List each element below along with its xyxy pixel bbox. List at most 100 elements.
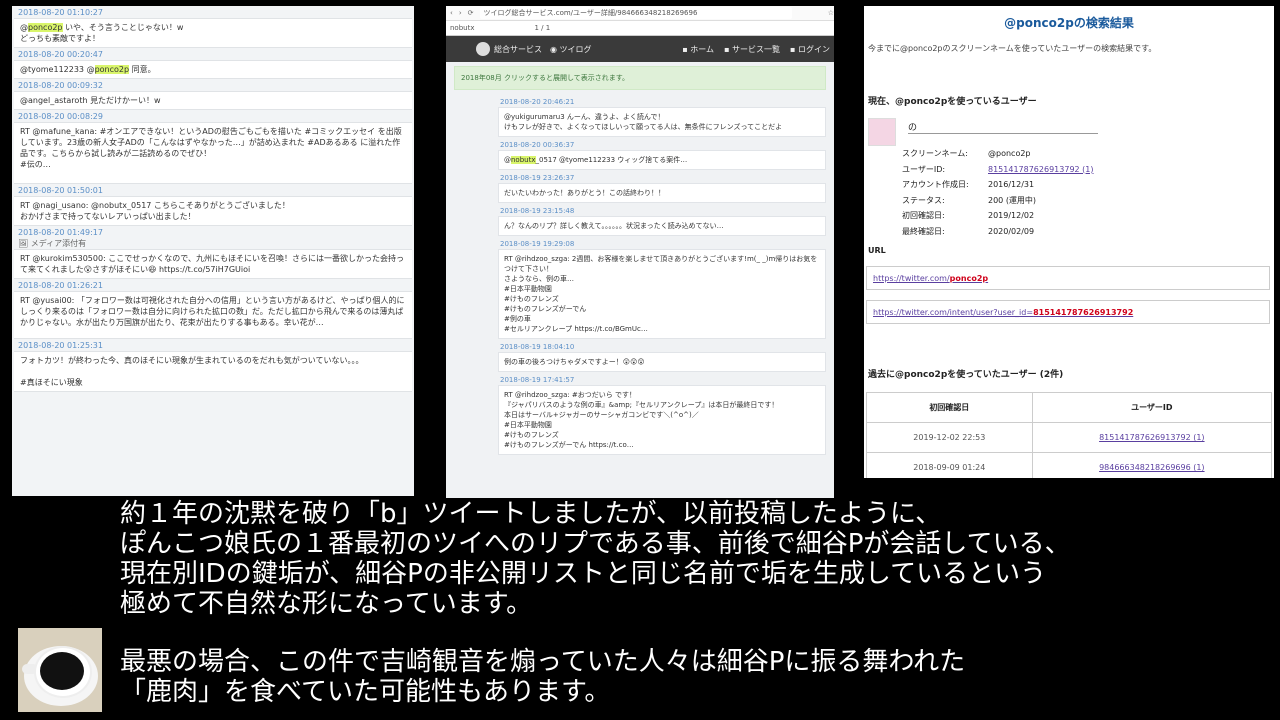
nav-services[interactable]: ▪ サービス一覧	[724, 44, 780, 55]
intent-link-prefix: https://twitter.com/intent/user?user_id=	[873, 307, 1034, 317]
tweet-text: だいたいわかった！ありがとう！この話終わり！！	[498, 183, 826, 203]
timeline-item: 2018-08-20 00:08:29 RT @mafune_kana: #オンエ…	[12, 110, 414, 184]
row-user-id-link[interactable]: 984666348218269696 (1)	[1099, 463, 1205, 472]
profile-link[interactable]: https://twitter.com/ponco2p	[873, 274, 988, 283]
tweet-date[interactable]: 2018-08-20 20:46:21	[446, 94, 834, 107]
site-navbar: 総合サービス ◉ ツイログ ▪ ホーム ▪ サービス一覧 ▪ ログイン	[446, 36, 834, 62]
timeline-text: RT @nagi_usano: @nobutx_0517 こちらこそありがとうご…	[14, 196, 412, 226]
property-value: 2020/02/09	[988, 226, 1035, 236]
property-row: 初回確認日: 2019/12/02	[902, 208, 1094, 224]
search-highlight: nobutx	[511, 156, 536, 164]
past-users-table: 初回確認日 ユーザーID 2019-12-02 22:53 81514178762…	[866, 392, 1273, 478]
timeline-text: RT @mafune_kana: #オンエアできない！というADの慰告ごもごもを…	[14, 122, 412, 184]
property-key: スクリーンネーム:	[902, 149, 968, 158]
address-url[interactable]: ツイログ総合サービス.com/ユーザー詳細/984666348218269696	[479, 7, 792, 19]
property-key: ユーザーID:	[902, 164, 946, 174]
nav-home-label: ホーム	[690, 44, 715, 54]
subtitle-line-2: ぽんこつ娘氏の１番最初のツイへのリプである事、前後で細谷Pが会話している、	[120, 529, 1071, 559]
nav-tab-label: ツイログ	[559, 44, 592, 54]
search-result-panel: @ponco2pの検索結果 今までに@ponco2pのスクリーンネームを使ってい…	[864, 6, 1274, 478]
back-icon[interactable]: ‹	[450, 9, 453, 17]
property-row: 最終確認日: 2020/02/09	[902, 224, 1094, 240]
timeline-item: 2018-08-20 01:10:27 @ponco2p いや、そう言うことじゃな…	[12, 6, 414, 48]
user-id-link[interactable]: 815141787626913792 (1)	[988, 165, 1094, 174]
timeline-date[interactable]: 2018-08-20 01:50:01	[12, 184, 414, 196]
row-user-id-link[interactable]: 815141787626913792 (1)	[1099, 433, 1205, 442]
display-name: の	[908, 120, 1098, 134]
find-input[interactable]: nobutx	[450, 24, 475, 32]
property-key: 最終確認日:	[902, 226, 945, 236]
timeline-date[interactable]: 2018-08-20 00:08:29	[12, 110, 414, 122]
property-row: アカウント作成日: 2016/12/31	[902, 177, 1094, 193]
address-bar[interactable]: ‹ › ⟳ ツイログ総合サービス.com/ユーザー詳細/984666348218…	[446, 6, 834, 21]
timeline-text: @tyome112233 @ponco2p 同意。	[14, 60, 412, 79]
timeline-date[interactable]: 2018-08-20 01:25:31	[12, 339, 414, 351]
timeline-item: 2018-08-20 01:50:01 RT @nagi_usano: @nobu…	[12, 184, 414, 226]
find-bar[interactable]: nobutx 1 / 1	[446, 21, 834, 36]
property-row: ユーザーID: 815141787626913792 (1)	[902, 162, 1094, 178]
tweet-text: @nobutx_0517 @tyome112233 ウィッグ捨てる案件…	[498, 150, 826, 170]
search-highlight: ponco2p	[94, 65, 130, 74]
row-user-id: 984666348218269696 (1)	[1031, 452, 1273, 478]
month-notice[interactable]: 2018年08月 クリックすると展開して表示されます。	[454, 66, 826, 90]
timeline-date[interactable]: 2018-08-20 01:49:17	[12, 226, 414, 238]
timeline-item: 2018-08-20 01:26:21 RT @yusai00: 「フォロワー数は…	[12, 279, 414, 339]
tweet-text: 例の車の後ろつけちゃダメですよー！😲😲😲	[498, 352, 826, 372]
subtitle-line-3: 現在別IDの鍵垢が、細谷Pの非公開リストと同じ名前で垢を生成しているという	[120, 559, 1047, 589]
timeline-item: 2018-08-20 00:09:32 @angel_astaroth 見ただけか…	[12, 79, 414, 110]
find-count: 1 / 1	[534, 24, 551, 32]
tweet-date[interactable]: 2018-08-19 17:41:57	[446, 372, 834, 385]
tweet-text: ん？なんのリプ？詳しく教えて。。。。。。状況まったく読み込めてない…	[498, 216, 826, 236]
timeline-text: @ponco2p いや、そう言うことじゃない！w どっちも素敵ですよ！	[14, 18, 412, 48]
coffee-shape	[40, 652, 84, 690]
timeline-item: 2018-08-20 01:49:17 🖼 メディア添付有 RT @kurokim5…	[12, 226, 414, 279]
nav-tab-twilog[interactable]: ◉ ツイログ	[550, 44, 592, 55]
property-value: 2019/12/02	[988, 211, 1035, 220]
brand[interactable]: 総合サービス	[476, 42, 542, 56]
property-value: @ponco2p	[988, 149, 1031, 158]
timeline-date[interactable]: 2018-08-20 00:09:32	[12, 79, 414, 91]
profile-link-prefix: https://twitter.com/	[873, 273, 950, 283]
col-date: 初回確認日	[866, 392, 1033, 423]
tweet-date[interactable]: 2018-08-19 23:26:37	[446, 170, 834, 183]
nav-services-label: サービス一覧	[732, 44, 781, 54]
reload-icon[interactable]: ⟳	[468, 9, 474, 17]
table-row: 2018-09-09 01:24 984666348218269696 (1)	[866, 452, 1273, 478]
tweet-date[interactable]: 2018-08-20 00:36:37	[446, 137, 834, 150]
star-icon[interactable]: ☆	[828, 9, 834, 17]
timeline-text: RT @yusai00: 「フォロワー数は可視化された自分への信用」という言い方…	[14, 291, 412, 339]
property-key: ステータス:	[902, 195, 945, 205]
row-date: 2019-12-02 22:53	[866, 422, 1033, 453]
timeline-date[interactable]: 2018-08-20 00:20:47	[12, 48, 414, 60]
property-value: 2016/12/31	[988, 180, 1035, 189]
media-badge: 🖼 メディア添付有	[18, 239, 87, 248]
intent-link[interactable]: https://twitter.com/intent/user?user_id=…	[873, 308, 1133, 317]
user-properties: スクリーンネーム: @ponco2p ユーザーID: 8151417876269137…	[902, 146, 1094, 239]
tweet-list: 2018-08-20 20:46:21 @yukigurumaru3 んーん、違う…	[446, 94, 834, 455]
tweet-date[interactable]: 2018-08-19 23:15:48	[446, 203, 834, 216]
forward-icon[interactable]: ›	[459, 9, 462, 17]
url-box-profile: https://twitter.com/ponco2p	[866, 266, 1270, 290]
result-description: 今までに@ponco2pのスクリーンネームを使っていたユーザーの検索結果です。	[868, 44, 1157, 53]
property-key: 初回確認日:	[902, 211, 945, 220]
logo-icon	[476, 42, 490, 56]
timeline-date[interactable]: 2018-08-20 01:26:21	[12, 279, 414, 291]
timeline-panel-left: 2018-08-20 01:10:27 @ponco2p いや、そう言うことじゃな…	[12, 6, 414, 496]
tweet-text: @yukigurumaru3 んーん、違うよ、よく読んで！ けもフレが好きで、よ…	[498, 107, 826, 137]
timeline-date[interactable]: 2018-08-20 01:10:27	[12, 6, 414, 18]
nav-login[interactable]: ▪ ログイン	[790, 44, 830, 55]
nav-login-label: ログイン	[798, 44, 830, 54]
media-badge-label: メディア添付有	[30, 239, 87, 248]
tweet-date[interactable]: 2018-08-19 18:04:10	[446, 339, 834, 352]
brand-label: 総合サービス	[494, 44, 542, 54]
profile-link-name: ponco2p	[949, 273, 989, 283]
subtitle-line-4: 極めて不自然な形になっています。	[120, 589, 533, 619]
browser-window-middle: ‹ › ⟳ ツイログ総合サービス.com/ユーザー詳細/984666348218…	[446, 6, 834, 498]
tweet-text: RT @rihdzoo_szga: 2週間、お客様を楽しませて頂きありがとうござ…	[498, 249, 826, 339]
property-row: スクリーンネーム: @ponco2p	[902, 146, 1094, 162]
nav-home[interactable]: ▪ ホーム	[682, 44, 714, 55]
subtitle-line-1: 約１年の沈黙を破り「b」ツイートしましたが、以前投稿したように、	[120, 499, 942, 529]
tweet-date[interactable]: 2018-08-19 19:29:08	[446, 236, 834, 249]
timeline-text: フォトカツ！が終わった今、真のほそにい現象が生まれているのをだれも気がついていな…	[14, 351, 412, 392]
row-date: 2018-09-09 01:24	[866, 452, 1033, 478]
